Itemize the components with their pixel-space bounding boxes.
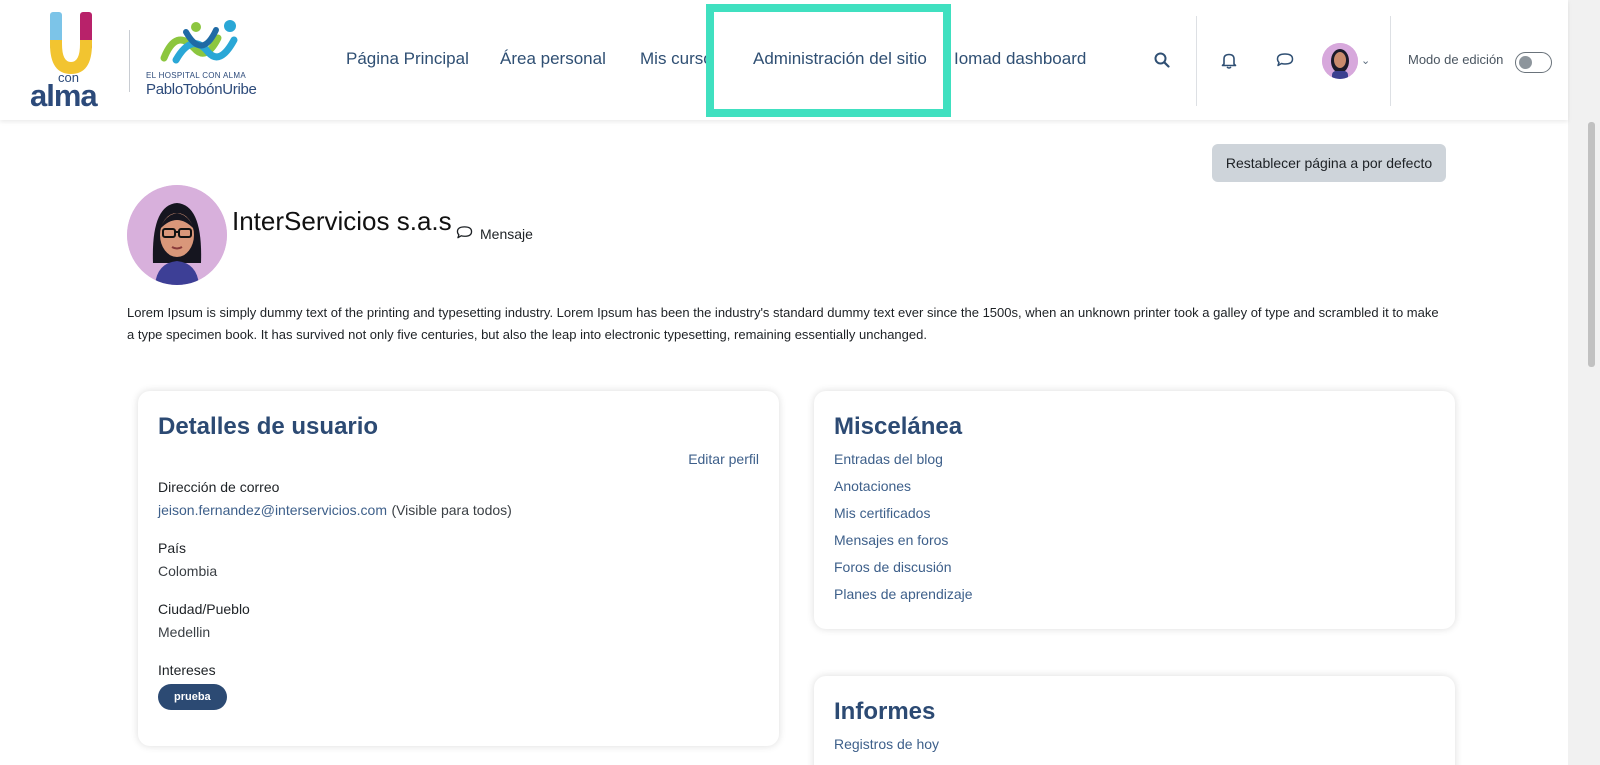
todays-logs-link[interactable]: Registros de hoy: [834, 736, 939, 752]
hospital-tagline: EL HOSPITAL CON ALMA: [146, 71, 246, 80]
u-con-alma-logo[interactable]: con alma: [28, 10, 118, 113]
top-navbar: con alma EL HOSPITAL CON ALMA PabloTobón…: [0, 0, 1568, 120]
blog-entries-link[interactable]: Entradas del blog: [834, 451, 943, 467]
reset-page-button[interactable]: Restablecer página a por defecto: [1212, 144, 1446, 182]
profile-avatar: [127, 185, 227, 285]
edit-mode-toggle[interactable]: [1515, 52, 1552, 73]
user-details-title: Detalles de usuario: [158, 413, 379, 440]
email-visibility: (Visible para todos): [391, 502, 512, 518]
chat-icon[interactable]: [1273, 48, 1297, 72]
country-value: Colombia: [158, 563, 218, 579]
email-link[interactable]: jeison.fernandez@interservicios.com: [158, 502, 387, 518]
profile-name: InterServicios s.a.s: [232, 206, 452, 236]
bell-icon[interactable]: [1217, 48, 1241, 72]
search-icon[interactable]: [1150, 48, 1174, 72]
scroll-thumb[interactable]: [1588, 122, 1595, 367]
certificates-link[interactable]: Mis certificados: [834, 505, 930, 521]
reports-title: Informes: [834, 698, 936, 725]
page-scrollbar[interactable]: [1568, 0, 1600, 765]
hospital-name: PabloTobónUribe: [146, 81, 257, 98]
toggle-knob: [1519, 55, 1532, 69]
edit-profile-link[interactable]: Editar perfil: [688, 451, 759, 467]
misc-title: Miscelánea: [834, 413, 963, 440]
interests-label: Intereses: [158, 662, 216, 678]
email-label: Dirección de correo: [158, 479, 280, 495]
message-label: Mensaje: [480, 226, 533, 242]
interest-tag[interactable]: prueba: [158, 684, 227, 710]
header-separator: [1196, 16, 1197, 106]
city-value: Medellin: [158, 624, 211, 640]
city-label: Ciudad/Pueblo: [158, 601, 250, 617]
user-details-card: Detalles de usuario Editar perfil Direcc…: [138, 391, 779, 746]
email-row: jeison.fernandez@interservicios.com (Vis…: [158, 502, 512, 520]
chevron-down-icon[interactable]: ⌄: [1361, 54, 1370, 67]
header-separator: [1390, 16, 1391, 106]
forum-discussions-link[interactable]: Foros de discusión: [834, 559, 952, 575]
learning-plans-link[interactable]: Planes de aprendizaje: [834, 586, 973, 602]
chat-icon: [456, 225, 473, 243]
logo-divider: [129, 30, 130, 92]
edit-mode-label: Modo de edición: [1408, 52, 1504, 67]
nav-administracion-del-sitio[interactable]: Administración del sitio: [753, 49, 927, 69]
hospital-logo[interactable]: EL HOSPITAL CON ALMA PabloTobónUribe: [146, 18, 266, 102]
country-label: País: [158, 540, 187, 556]
reports-card: Informes Registros de hoy: [814, 676, 1455, 765]
logo-alma-text: alma: [30, 78, 98, 113]
user-avatar[interactable]: [1322, 43, 1358, 79]
forum-posts-link[interactable]: Mensajes en foros: [834, 532, 948, 548]
misc-card: Miscelánea Entradas del blog Anotaciones…: [814, 391, 1455, 629]
profile-description: Lorem Ipsum is simply dummy text of the …: [127, 305, 1439, 342]
nav-area-personal[interactable]: Área personal: [500, 49, 606, 69]
nav-pagina-principal[interactable]: Página Principal: [346, 49, 469, 69]
message-link[interactable]: Mensaje: [456, 225, 533, 243]
nav-iomad-dashboard[interactable]: Iomad dashboard: [954, 49, 1086, 69]
annotations-link[interactable]: Anotaciones: [834, 478, 911, 494]
